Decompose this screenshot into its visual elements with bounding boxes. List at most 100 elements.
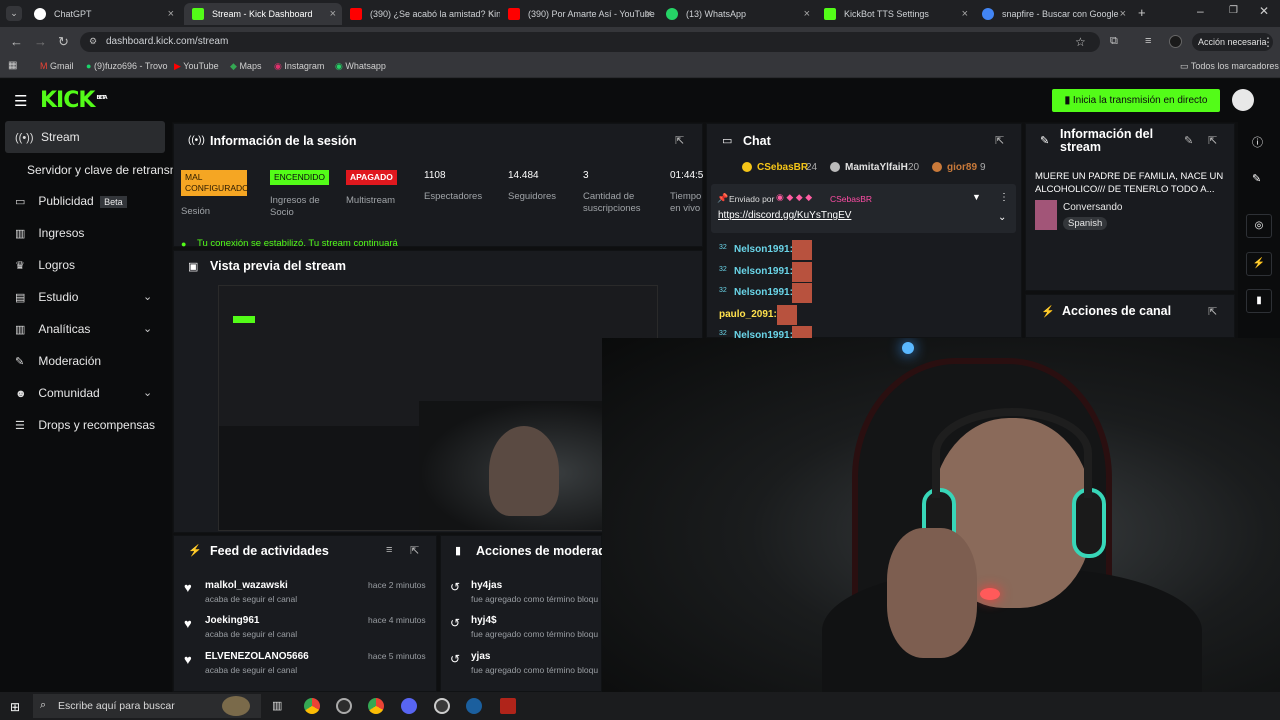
extensions-icon[interactable]: ⧉	[1110, 35, 1118, 48]
top-gifter-name[interactable]: MamitaYlfaiH	[845, 162, 908, 173]
hamburger-icon[interactable]: ☰	[14, 92, 27, 110]
menu-dots-icon[interactable]: ⋮	[1262, 35, 1274, 49]
bolt-icon[interactable]: ⚡	[1246, 252, 1272, 276]
profile-button[interactable]: Acción necesaria	[1192, 33, 1273, 51]
bookmark-gmail[interactable]: M Gmail	[40, 61, 74, 71]
discord-icon[interactable]	[401, 698, 417, 714]
feed-user[interactable]: malkol_wazawski	[205, 580, 288, 591]
window-close-icon[interactable]: ✕	[1259, 4, 1269, 18]
stream-preview-video[interactable]	[218, 285, 658, 531]
sidebar-item-analiticas[interactable]: ▥ Analíticas	[15, 322, 90, 336]
avatar[interactable]	[1232, 89, 1254, 111]
close-icon[interactable]: ×	[804, 3, 810, 25]
bookmark-maps[interactable]: ◆ Maps	[230, 61, 261, 72]
chat-username[interactable]: Nelson1991:	[734, 287, 793, 298]
url-input[interactable]: dashboard.kick.com/stream	[80, 32, 1100, 52]
steam-icon[interactable]	[466, 698, 482, 714]
chat-username[interactable]: Nelson1991:	[734, 244, 793, 255]
chevron-down-icon[interactable]: ⌄	[143, 290, 152, 303]
sidebar-item-logros[interactable]: ♛ Logros	[15, 258, 75, 272]
partner-status-label: Ingresos de Socio	[270, 195, 320, 218]
popout-icon[interactable]: ⇱	[995, 134, 1004, 147]
sidebar-item-estudio[interactable]: ▤ Estudio	[15, 290, 78, 304]
status-badge-partner: ENCENDIDO	[270, 170, 330, 185]
bookmark-instagram[interactable]: ◉ Instagram	[274, 61, 324, 72]
close-icon[interactable]: ×	[1120, 3, 1126, 25]
mod-term: hy4jas	[471, 580, 503, 591]
chrome-icon[interactable]	[368, 698, 384, 714]
edit-icon[interactable]: ✎	[1184, 134, 1193, 147]
maximize-icon[interactable]: ❐	[1229, 5, 1238, 16]
chevron-down-icon[interactable]: ⌄	[143, 386, 152, 399]
kick-logo[interactable]: KICK BETA	[40, 88, 108, 113]
tab-kick-dashboard[interactable]: Stream - Kick Dashboard ×	[184, 3, 342, 25]
close-icon[interactable]: ×	[330, 3, 336, 25]
connection-message: Tu conexión se estabilizó. Tu stream con…	[197, 238, 398, 249]
bookmark-trovo[interactable]: ● (9)fuzo696 - Trovo	[86, 61, 168, 71]
pencil-icon[interactable]: ✎	[1252, 172, 1261, 185]
info-icon[interactable]: ⓘ	[1252, 134, 1263, 150]
feed-user[interactable]: Joeking961	[205, 615, 259, 626]
close-icon[interactable]: ×	[962, 3, 968, 25]
windows-start-icon[interactable]: ⊞	[10, 700, 20, 714]
bookmark-youtube[interactable]: ▶ YouTube	[174, 61, 219, 72]
mod-term: hyj4$	[471, 615, 497, 626]
pinned-sender[interactable]: CSebasBR	[830, 194, 872, 204]
sidebar-item-stream[interactable]: ((•)) Stream	[15, 130, 80, 144]
game-icon[interactable]	[434, 698, 450, 714]
site-info-icon[interactable]: ⚙	[89, 36, 97, 47]
tab-chatgpt[interactable]: ChatGPT ×	[26, 3, 180, 25]
obs-icon[interactable]	[336, 698, 352, 714]
analytics-icon: ▥	[15, 324, 26, 336]
bookmark-whatsapp[interactable]: ◉ Whatsapp	[335, 61, 386, 72]
media-icon[interactable]: ≡	[1145, 35, 1151, 47]
tab-google[interactable]: snapfire - Buscar con Google ×	[974, 3, 1132, 25]
bookmark-star-icon[interactable]: ☆	[1075, 35, 1086, 49]
feed-user[interactable]: ELVENEZOLANO5666	[205, 651, 309, 662]
forward-icon[interactable]: →	[34, 34, 47, 49]
category-name[interactable]: Conversando	[1063, 202, 1122, 213]
task-view-icon[interactable]: ▥	[272, 699, 282, 712]
top-gifter-name[interactable]: CSebasBR	[757, 162, 808, 173]
reload-icon[interactable]: ↻	[58, 34, 69, 50]
go-live-button[interactable]: ▮ Inicia la transmisión en directo	[1052, 89, 1220, 112]
sidebar-item-drops[interactable]: ☰ Drops y recompensas	[15, 418, 155, 432]
minimize-icon[interactable]: –	[1197, 4, 1204, 18]
pinned-message[interactable]	[711, 184, 1016, 233]
close-icon[interactable]: ×	[646, 3, 652, 25]
sidebar-item-server-key[interactable]: Servidor y clave de retransm	[27, 163, 180, 177]
new-tab-icon[interactable]: +	[1138, 5, 1146, 20]
close-icon[interactable]: ×	[168, 3, 174, 25]
sidebar-item-ingresos[interactable]: ▥ Ingresos	[15, 226, 84, 240]
dota-icon[interactable]	[500, 698, 516, 714]
filter-icon[interactable]: ≡	[386, 544, 392, 556]
top-gifter-name[interactable]: gior89	[947, 162, 977, 173]
tab-list-icon[interactable]: ⌄	[6, 6, 22, 21]
pin-icon[interactable]: ▼	[972, 192, 981, 202]
popout-icon[interactable]: ⇱	[675, 134, 684, 147]
all-bookmarks[interactable]: ▭ Todos los marcadores	[1180, 61, 1279, 72]
chat-username[interactable]: paulo_2091:	[719, 309, 777, 320]
tab-whatsapp[interactable]: (13) WhatsApp ×	[658, 3, 816, 25]
popout-icon[interactable]: ⇱	[1208, 134, 1217, 147]
apps-icon[interactable]: ▦	[8, 60, 17, 71]
chrome-icon[interactable]	[304, 698, 320, 714]
camera-icon[interactable]: ◎	[1246, 214, 1272, 238]
back-icon[interactable]: ←	[10, 34, 23, 49]
sidebar-item-moderacion[interactable]: ✎ Moderación	[15, 354, 101, 368]
tab-kickbot[interactable]: KickBot TTS Settings ×	[816, 3, 974, 25]
document-icon[interactable]: ▮	[1246, 289, 1272, 313]
sidebar-item-publicidad[interactable]: ▭ Publicidad Beta	[15, 194, 127, 208]
avatar[interactable]	[1169, 35, 1182, 48]
tab-youtube-2[interactable]: (390) Por Amarte Así - YouTube ×	[500, 3, 658, 25]
chat-username[interactable]: Nelson1991:	[734, 266, 793, 277]
popout-icon[interactable]: ⇱	[1208, 305, 1217, 318]
tab-youtube-1[interactable]: (390) ¿Se acabó la amistad? Kin ×	[342, 3, 500, 25]
menu-dots-icon[interactable]: ⋮	[999, 192, 1009, 203]
pinned-link[interactable]: https://discord.gg/KuYsTngEV	[718, 210, 851, 221]
close-icon[interactable]: ×	[488, 3, 494, 25]
chevron-down-icon[interactable]: ⌄	[143, 322, 152, 335]
chevron-down-icon[interactable]: ⌄	[998, 212, 1006, 223]
popout-icon[interactable]: ⇱	[410, 544, 419, 557]
sidebar-item-comunidad[interactable]: ☻ Comunidad	[15, 386, 100, 400]
